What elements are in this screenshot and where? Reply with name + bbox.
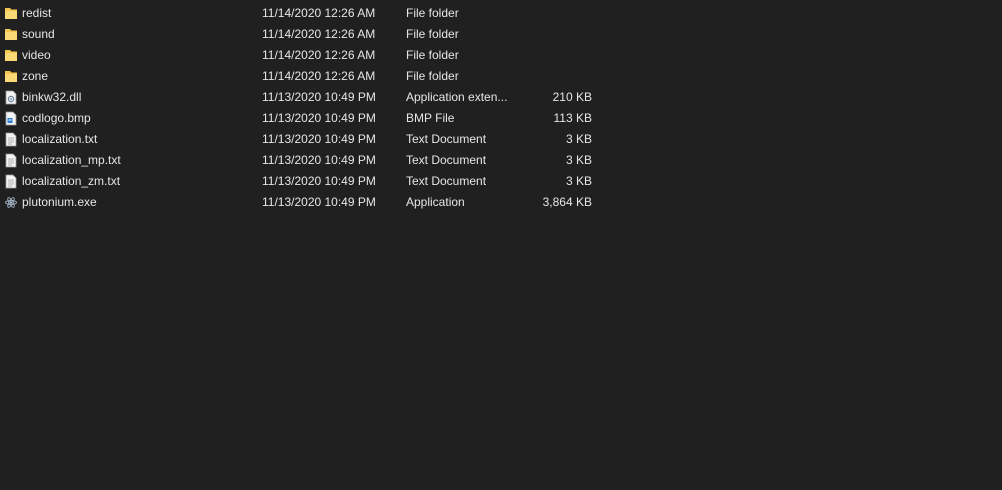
file-name: plutonium.exe	[22, 195, 97, 209]
file-size: 3 KB	[565, 174, 592, 188]
file-size: 210 KB	[552, 90, 592, 104]
file-date: 11/13/2020 10:49 PM	[262, 153, 376, 167]
text-file-icon	[4, 132, 18, 147]
folder-icon	[4, 6, 18, 21]
file-name: zone	[22, 69, 49, 83]
atom-app-icon	[4, 195, 18, 210]
file-type: File folder	[406, 6, 459, 20]
file-date: 11/14/2020 12:26 AM	[262, 27, 376, 41]
bmp-file-icon	[4, 111, 18, 126]
file-name: localization_mp.txt	[22, 153, 121, 167]
file-name: localization_zm.txt	[22, 174, 121, 188]
file-type: File folder	[406, 27, 459, 41]
file-row-localization-zm-txt[interactable]: localization_zm.txt 11/13/2020 10:49 PM …	[0, 171, 1002, 192]
file-date: 11/13/2020 10:49 PM	[262, 132, 376, 146]
file-list: redist 11/14/2020 12:26 AM File folder s…	[0, 3, 1002, 213]
file-row-plutonium-exe[interactable]: plutonium.exe 11/13/2020 10:49 PM Applic…	[0, 192, 1002, 213]
file-type: BMP File	[406, 111, 455, 125]
file-row-redist[interactable]: redist 11/14/2020 12:26 AM File folder	[0, 3, 1002, 24]
file-name: binkw32.dll	[22, 90, 82, 104]
file-name: sound	[22, 27, 55, 41]
file-size: 3,864 KB	[542, 195, 592, 209]
file-size: 3 KB	[565, 132, 592, 146]
file-row-sound[interactable]: sound 11/14/2020 12:26 AM File folder	[0, 24, 1002, 45]
file-row-codlogo-bmp[interactable]: codlogo.bmp 11/13/2020 10:49 PM BMP File…	[0, 108, 1002, 129]
file-type: Text Document	[406, 153, 487, 167]
file-size: 3 KB	[565, 153, 592, 167]
file-name: localization.txt	[22, 132, 98, 146]
text-file-icon	[4, 174, 18, 189]
file-row-video[interactable]: video 11/14/2020 12:26 AM File folder	[0, 45, 1002, 66]
file-date: 11/14/2020 12:26 AM	[262, 48, 376, 62]
file-date: 11/13/2020 10:49 PM	[262, 90, 376, 104]
file-name: video	[22, 48, 51, 62]
dll-file-icon	[4, 90, 18, 105]
file-date: 11/13/2020 10:49 PM	[262, 195, 376, 209]
file-type: Application exten...	[406, 90, 508, 104]
file-row-localization-txt[interactable]: localization.txt 11/13/2020 10:49 PM Tex…	[0, 129, 1002, 150]
folder-icon	[4, 48, 18, 63]
file-date: 11/14/2020 12:26 AM	[262, 6, 376, 20]
folder-icon	[4, 69, 18, 84]
file-size: 113 KB	[553, 111, 592, 125]
file-row-zone[interactable]: zone 11/14/2020 12:26 AM File folder	[0, 66, 1002, 87]
file-type: File folder	[406, 69, 459, 83]
file-row-binkw32-dll[interactable]: binkw32.dll 11/13/2020 10:49 PM Applicat…	[0, 87, 1002, 108]
file-type: Text Document	[406, 174, 487, 188]
file-date: 11/13/2020 10:49 PM	[262, 174, 376, 188]
file-type: File folder	[406, 48, 459, 62]
file-name: codlogo.bmp	[22, 111, 91, 125]
file-row-localization-mp-txt[interactable]: localization_mp.txt 11/13/2020 10:49 PM …	[0, 150, 1002, 171]
text-file-icon	[4, 153, 18, 168]
file-type: Text Document	[406, 132, 487, 146]
folder-icon	[4, 27, 18, 42]
file-name: redist	[22, 6, 52, 20]
file-date: 11/13/2020 10:49 PM	[262, 111, 376, 125]
file-date: 11/14/2020 12:26 AM	[262, 69, 376, 83]
file-type: Application	[406, 195, 465, 209]
